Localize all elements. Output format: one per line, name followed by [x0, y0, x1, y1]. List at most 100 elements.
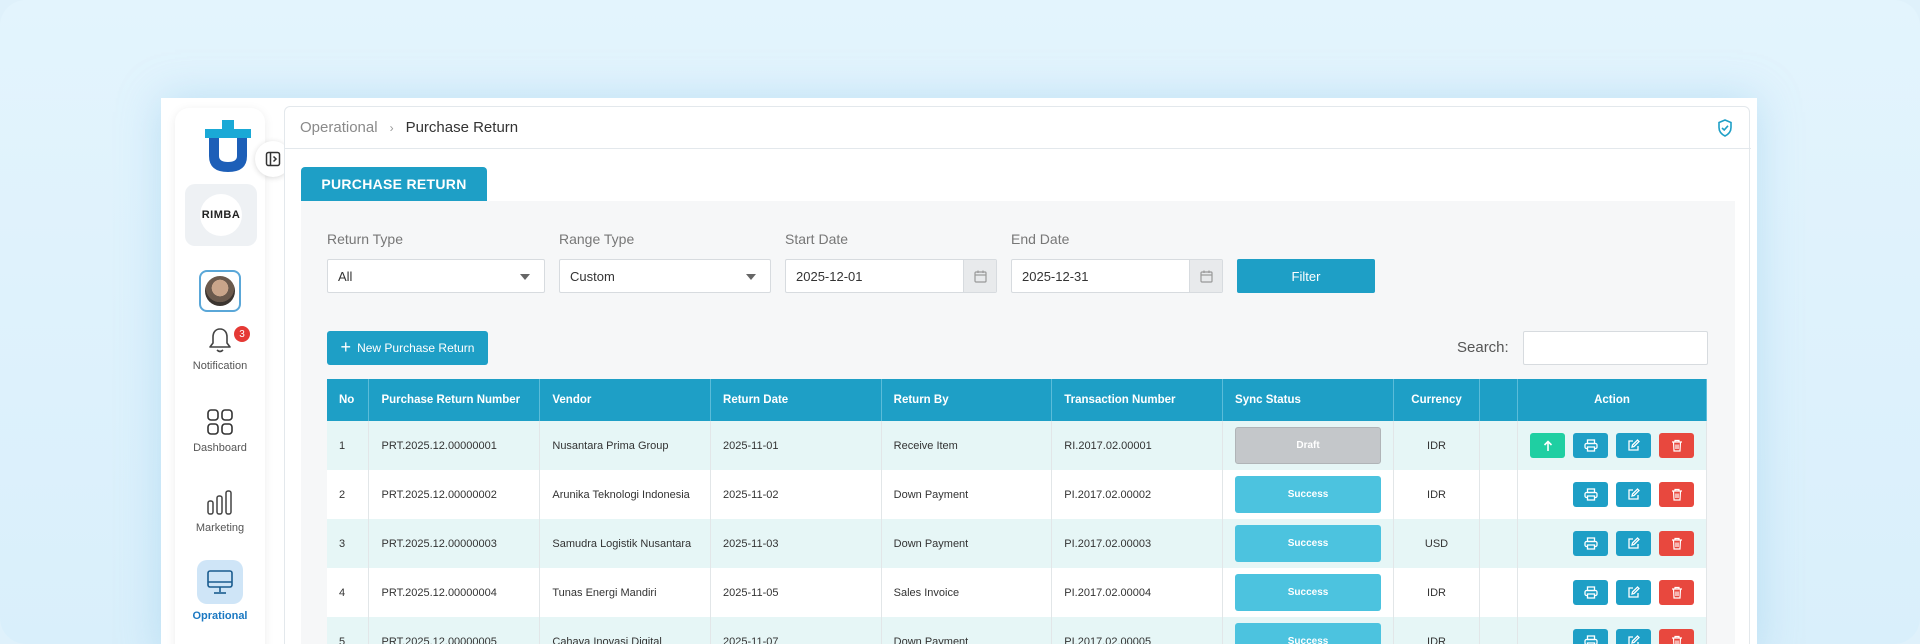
edit-button[interactable]	[1616, 531, 1651, 556]
breadcrumb-separator: ›	[389, 120, 394, 135]
start-date-value: 2025-12-01	[796, 268, 863, 284]
edit-icon	[1628, 635, 1640, 644]
bar-chart-icon	[207, 490, 232, 515]
column-header-return-date[interactable]: Return Date	[710, 379, 882, 421]
column-header-currency[interactable]: Currency	[1393, 379, 1480, 421]
column-header-sync-status[interactable]: Sync Status	[1222, 379, 1395, 421]
delete-button[interactable]	[1659, 531, 1694, 556]
status-badge: Success	[1235, 476, 1382, 513]
delete-button[interactable]	[1659, 580, 1694, 605]
app-window: RIMBA 3 Notification Dashboard Marketing…	[161, 98, 1757, 644]
start-date-label: Start Date	[785, 231, 849, 247]
table-row: 3 PRT.2025.12.00000003 Samudra Logistik …	[327, 519, 1707, 568]
monitor-icon	[207, 570, 233, 594]
cell-number: PRT.2025.12.00000001	[368, 421, 541, 470]
trash-icon	[1671, 586, 1682, 599]
column-header-return-by[interactable]: Return By	[881, 379, 1053, 421]
print-button[interactable]	[1573, 531, 1608, 556]
tab-purchase-return[interactable]: PURCHASE RETURN	[301, 167, 487, 201]
print-button[interactable]	[1573, 482, 1608, 507]
print-icon	[1583, 439, 1598, 452]
company-logo-text: RIMBA	[201, 209, 241, 221]
print-button[interactable]	[1573, 433, 1608, 458]
cell-vendor: Tunas Energi Mandiri	[539, 568, 712, 617]
arrow-up-icon	[1543, 439, 1552, 451]
trash-icon	[1671, 635, 1682, 644]
search-label: Search:	[1457, 339, 1509, 356]
trash-icon	[1671, 488, 1682, 501]
sidebar-item-dashboard[interactable]: Dashboard	[175, 408, 265, 454]
status-badge: Draft	[1235, 427, 1382, 464]
filter-panel: Return Type All Range Type Custom Start …	[301, 201, 1735, 644]
range-type-value: Custom	[570, 268, 615, 284]
edit-button[interactable]	[1616, 629, 1651, 644]
column-header-action: Action	[1517, 379, 1707, 421]
table-header-row: No Purchase Return Number Vendor Return …	[327, 379, 1707, 421]
edit-button[interactable]	[1616, 482, 1651, 507]
edit-icon	[1628, 537, 1640, 549]
chevron-down-icon	[746, 274, 756, 280]
cell-no: 4	[327, 568, 370, 617]
breadcrumb-current: Purchase Return	[405, 119, 519, 136]
upload-button[interactable]	[1530, 433, 1565, 458]
cell-actions	[1517, 568, 1707, 617]
cell-blank	[1479, 519, 1518, 568]
cell-actions	[1517, 519, 1707, 568]
column-header-vendor[interactable]: Vendor	[539, 379, 712, 421]
shield-check-icon[interactable]	[1717, 119, 1733, 137]
calendar-icon	[1199, 270, 1213, 283]
sidebar-item-notification[interactable]: 3 Notification	[175, 326, 265, 372]
filter-button[interactable]: Filter	[1237, 259, 1375, 293]
end-date-calendar-button[interactable]	[1189, 260, 1222, 292]
status-badge: Success	[1235, 525, 1382, 562]
cell-number: PRT.2025.12.00000004	[368, 568, 541, 617]
cell-return-date: 2025-11-05	[710, 568, 882, 617]
start-date-calendar-button[interactable]	[963, 260, 996, 292]
sidebar-item-oprational[interactable]: Oprational	[175, 560, 265, 622]
breadcrumb-parent-link[interactable]: Operational	[300, 119, 378, 136]
cell-currency: USD	[1393, 519, 1480, 568]
delete-button[interactable]	[1659, 433, 1694, 458]
return-type-value: All	[338, 268, 353, 284]
column-header-no[interactable]: No	[327, 379, 370, 421]
new-purchase-return-label: New Purchase Return	[357, 341, 475, 355]
table-row: 2 PRT.2025.12.00000002 Arunika Teknologi…	[327, 470, 1707, 519]
start-date-input[interactable]: 2025-12-01	[785, 259, 997, 293]
company-switcher[interactable]: RIMBA	[185, 184, 257, 246]
print-button[interactable]	[1573, 629, 1608, 644]
search-input[interactable]	[1523, 331, 1708, 365]
cell-actions	[1517, 617, 1707, 644]
grid-icon	[207, 409, 233, 435]
cell-return-by: Down Payment	[881, 519, 1053, 568]
cell-currency: IDR	[1393, 568, 1480, 617]
cell-transaction: PI.2017.02.00003	[1051, 519, 1224, 568]
company-logo: RIMBA	[200, 194, 242, 236]
delete-button[interactable]	[1659, 482, 1694, 507]
avatar[interactable]	[199, 270, 241, 312]
new-purchase-return-button[interactable]: + New Purchase Return	[327, 331, 488, 365]
column-header-number[interactable]: Purchase Return Number	[368, 379, 541, 421]
cell-number: PRT.2025.12.00000003	[368, 519, 541, 568]
column-header-blank	[1479, 379, 1518, 421]
sidebar-item-marketing[interactable]: Marketing	[175, 488, 265, 534]
range-type-select[interactable]: Custom	[559, 259, 771, 293]
cell-vendor: Cahaya Inovasi Digital	[539, 617, 712, 644]
cell-blank	[1479, 568, 1518, 617]
print-icon	[1583, 586, 1598, 599]
cell-vendor: Arunika Teknologi Indonesia	[539, 470, 712, 519]
cell-sync-status: Success	[1222, 470, 1395, 519]
cell-currency: IDR	[1393, 617, 1480, 644]
edit-button[interactable]	[1616, 433, 1651, 458]
return-type-select[interactable]: All	[327, 259, 545, 293]
cell-transaction: PI.2017.02.00005	[1051, 617, 1224, 644]
column-header-transaction[interactable]: Transaction Number	[1051, 379, 1224, 421]
cell-blank	[1479, 617, 1518, 644]
range-type-label: Range Type	[559, 231, 635, 247]
avatar-image	[205, 276, 235, 306]
print-button[interactable]	[1573, 580, 1608, 605]
edit-button[interactable]	[1616, 580, 1651, 605]
end-date-input[interactable]: 2025-12-31	[1011, 259, 1223, 293]
sidebar: RIMBA 3 Notification Dashboard Marketing…	[175, 108, 291, 644]
delete-button[interactable]	[1659, 629, 1694, 644]
cell-vendor: Samudra Logistik Nusantara	[539, 519, 712, 568]
